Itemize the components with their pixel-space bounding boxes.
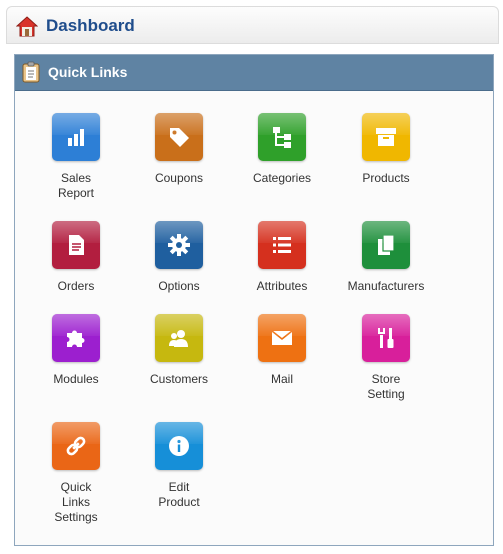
quick-link-label[interactable]: Edit Product [131,480,227,510]
quick-link-store-setting[interactable]: Store Setting [338,314,434,424]
quick-link-modules[interactable]: Modules [28,314,124,424]
home-icon [16,16,38,37]
quick-link-label[interactable]: Sales Report [28,171,124,201]
info-icon[interactable] [155,422,203,470]
bar-chart-icon[interactable] [52,113,100,161]
quick-link-categories[interactable]: Categories [234,113,330,223]
quick-link-label[interactable]: Quick Links Settings [28,480,124,525]
quick-link-label[interactable]: Manufacturers [338,279,434,294]
quick-link-label[interactable]: Attributes [234,279,330,294]
quick-link-customers[interactable]: Customers [131,314,227,424]
quick-link-label[interactable]: Customers [131,372,227,387]
tree-icon[interactable] [258,113,306,161]
dashboard-header: Dashboard [6,6,499,44]
puzzle-icon[interactable] [52,314,100,362]
tools-icon[interactable] [362,314,410,362]
quick-link-edit-product[interactable]: Edit Product [131,422,227,532]
quick-links-panel: Quick Links Sales Report Coupons Categorie… [14,54,494,546]
quick-link-label[interactable]: Mail [234,372,330,387]
tag-icon[interactable] [155,113,203,161]
link-icon[interactable] [52,422,100,470]
users-icon[interactable] [155,314,203,362]
panel-title: Quick Links [48,64,128,80]
envelope-icon[interactable] [258,314,306,362]
quick-link-label[interactable]: Orders [28,279,124,294]
page-title: Dashboard [46,16,135,35]
quick-link-sales-report[interactable]: Sales Report [28,113,124,223]
quick-link-label[interactable]: Products [338,171,434,186]
panel-header: Quick Links [15,55,493,91]
quick-link-label[interactable]: Options [131,279,227,294]
quick-link-quick-links-settings[interactable]: Quick Links Settings [28,422,124,532]
box-icon[interactable] [362,113,410,161]
document-icon[interactable] [52,221,100,269]
quick-link-label[interactable]: Store Setting [338,372,434,402]
quick-link-coupons[interactable]: Coupons [131,113,227,223]
pages-icon[interactable] [362,221,410,269]
quick-link-label[interactable]: Categories [234,171,330,186]
clipboard-icon [22,61,40,83]
gear-icon[interactable] [155,221,203,269]
quick-link-products[interactable]: Products [338,113,434,223]
quick-link-label[interactable]: Modules [28,372,124,387]
quick-link-mail[interactable]: Mail [234,314,330,424]
quick-link-label[interactable]: Coupons [131,171,227,186]
list-icon[interactable] [258,221,306,269]
